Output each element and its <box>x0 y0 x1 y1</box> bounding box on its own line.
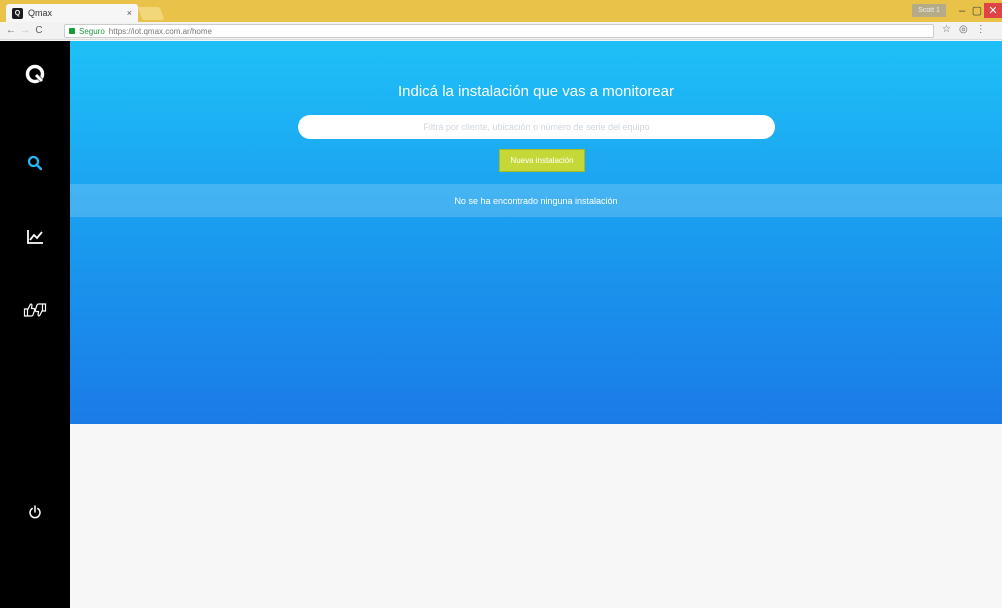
new-installation-button[interactable]: Nueva instalación <box>499 149 585 172</box>
address-bar: ← → C Seguro https://iot.qmax.com.ar/hom… <box>0 22 1002 40</box>
search-icon[interactable] <box>22 150 48 176</box>
search-input[interactable] <box>298 115 775 139</box>
tab-close-icon[interactable]: × <box>127 8 132 18</box>
main-panel: Indicá la instalación que vas a monitore… <box>70 41 1002 424</box>
menu-icon[interactable]: ⋮ <box>976 24 986 35</box>
sidebar <box>0 41 70 608</box>
url-text: https://iot.qmax.com.ar/home <box>108 26 212 36</box>
content-area <box>70 424 1002 608</box>
new-tab-button[interactable] <box>137 7 165 20</box>
empty-message: No se ha encontrado ninguna instalación <box>454 195 618 206</box>
qmax-logo-icon[interactable] <box>24 63 46 85</box>
thumbs-up-down-icon[interactable] <box>22 297 48 323</box>
back-arrow-icon[interactable]: ← <box>4 25 18 36</box>
minimize-button[interactable]: – <box>954 3 970 18</box>
close-window-button[interactable]: ✕ <box>984 3 1002 18</box>
tab-title: Qmax <box>28 8 53 18</box>
window-user-badge[interactable]: Scott 1 <box>912 4 946 17</box>
url-field[interactable]: Seguro https://iot.qmax.com.ar/home <box>64 24 934 38</box>
maximize-button[interactable]: ▢ <box>969 3 985 18</box>
star-icon[interactable]: ☆ <box>942 24 951 35</box>
lock-icon <box>69 28 75 34</box>
power-icon[interactable] <box>22 499 48 525</box>
page-title: Indicá la instalación que vas a monitore… <box>398 83 674 100</box>
secure-label: Seguro <box>79 26 105 36</box>
browser-tab[interactable]: Q Qmax × <box>6 4 138 22</box>
chart-line-icon[interactable] <box>22 224 48 250</box>
empty-results-band: No se ha encontrado ninguna instalación <box>70 184 1002 217</box>
qmax-favicon-icon: Q <box>12 7 23 19</box>
reload-icon[interactable]: C <box>32 25 46 36</box>
address-bar-icons: ☆ ◎ ⋮ <box>942 24 986 35</box>
browser-titlebar: Q Qmax × Scott 1 – ▢ ✕ <box>0 0 1002 22</box>
forward-arrow-icon[interactable]: → <box>18 25 32 36</box>
extension-icon[interactable]: ◎ <box>959 24 968 35</box>
